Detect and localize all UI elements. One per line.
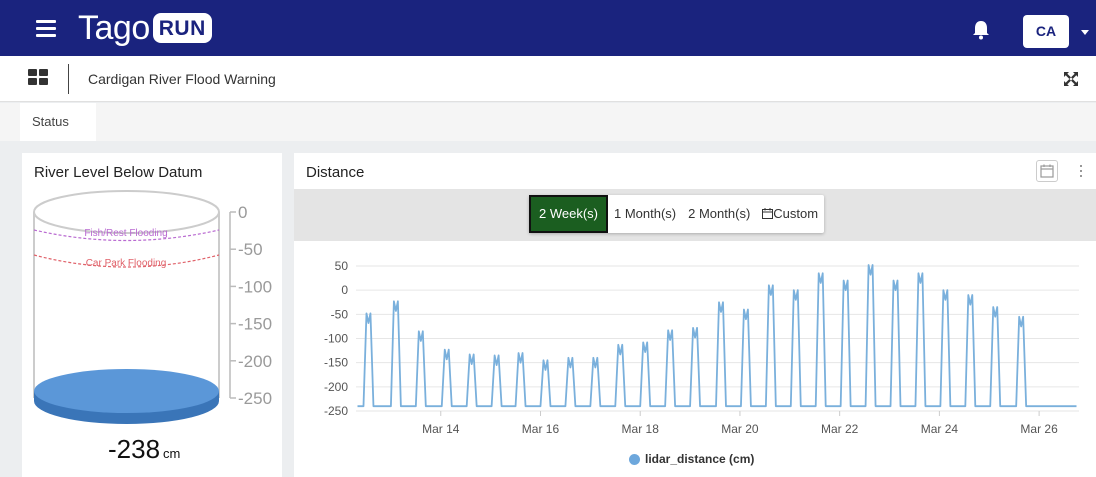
- top-navigation-bar: Tago RUN CA: [0, 0, 1096, 56]
- dashboard-header: Cardigan River Flood Warning: [0, 56, 1096, 102]
- x-tick-label: Mar 24: [921, 422, 959, 436]
- chevron-down-icon[interactable]: [1081, 30, 1089, 35]
- series-line-lidar-distance: [357, 264, 1077, 408]
- logo-text: Tago: [78, 8, 150, 47]
- calendar-icon: [762, 208, 774, 219]
- y-tick-label: -200: [324, 380, 348, 394]
- scale-label: -200: [238, 352, 272, 371]
- calendar-icon[interactable]: [1036, 160, 1058, 182]
- x-tick-label: Mar 22: [821, 422, 859, 436]
- cylinder-gauge: Fish/Rest Flooding Car Park Flooding 0 -5…: [33, 190, 272, 424]
- current-level-value: -238: [108, 434, 161, 464]
- range-custom-button[interactable]: Custom: [756, 195, 824, 233]
- scale-label: -100: [238, 277, 272, 296]
- time-range-selector: 2 Week(s) 1 Month(s) 2 Month(s) Custom: [529, 195, 825, 233]
- river-level-widget: River Level Below Datum Fish/Rest Floodi…: [22, 153, 282, 477]
- scale-label: 0: [238, 203, 247, 222]
- time-range-bar: 2 Week(s) 1 Month(s) 2 Month(s) Custom: [294, 189, 1096, 241]
- x-tick-label: Mar 16: [522, 422, 560, 436]
- y-tick-label: 50: [335, 259, 349, 273]
- tab-bar: Status: [0, 103, 1096, 141]
- widget-title: Distance: [306, 164, 365, 181]
- range-2-weeks-button[interactable]: 2 Week(s): [529, 195, 608, 233]
- x-tick-label: Mar 18: [622, 422, 660, 436]
- divider: [68, 64, 69, 94]
- range-1-month-button[interactable]: 1 Month(s): [608, 195, 682, 233]
- y-tick-label: -100: [324, 332, 348, 346]
- scale-label: -250: [238, 389, 272, 408]
- range-custom-label: Custom: [773, 206, 819, 221]
- chart-legend[interactable]: lidar_distance (cm): [629, 452, 754, 466]
- tab-status[interactable]: Status: [20, 103, 96, 141]
- current-level-unit: cm: [163, 446, 181, 461]
- distance-widget: Distance 2 Week(s) 1 Month(s) 2 Month(s)…: [294, 153, 1096, 477]
- range-2-months-button[interactable]: 2 Month(s): [682, 195, 756, 233]
- scale-label: -50: [238, 240, 263, 259]
- y-tick-label: 0: [341, 283, 348, 297]
- bell-icon[interactable]: [972, 20, 990, 40]
- fullscreen-expand-icon[interactable]: [1063, 71, 1079, 87]
- logo-badge: RUN: [152, 13, 212, 43]
- hamburger-menu-icon[interactable]: [36, 20, 56, 37]
- x-tick-label: Mar 14: [422, 422, 460, 436]
- y-tick-label: -150: [324, 356, 348, 370]
- distance-line-chart: 50 0 -50 -100 -150 -200 -250 Mar 14 Mar 16 Mar 18…: [324, 259, 1079, 436]
- y-tick-label: -250: [324, 404, 348, 418]
- dashboards-grid-icon[interactable]: [28, 69, 48, 85]
- threshold-label-fish: Fish/Rest Flooding: [84, 228, 167, 239]
- x-tick-label: Mar 26: [1020, 422, 1058, 436]
- x-tick-label: Mar 20: [721, 422, 759, 436]
- legend-label: lidar_distance (cm): [645, 452, 755, 466]
- water-level-surface: [34, 369, 219, 413]
- current-level-readout: -238 cm: [108, 434, 180, 465]
- kebab-menu-icon[interactable]: [1080, 165, 1084, 179]
- tank-top: [33, 190, 220, 234]
- dashboard-title: Cardigan River Flood Warning: [88, 71, 276, 87]
- threshold-label-carpark: Car Park Flooding: [86, 258, 167, 269]
- app-logo[interactable]: Tago RUN: [78, 8, 212, 48]
- user-avatar-button[interactable]: CA: [1023, 15, 1069, 48]
- scale-label: -150: [238, 315, 272, 334]
- legend-swatch: [629, 453, 640, 465]
- y-tick-label: -50: [331, 307, 349, 321]
